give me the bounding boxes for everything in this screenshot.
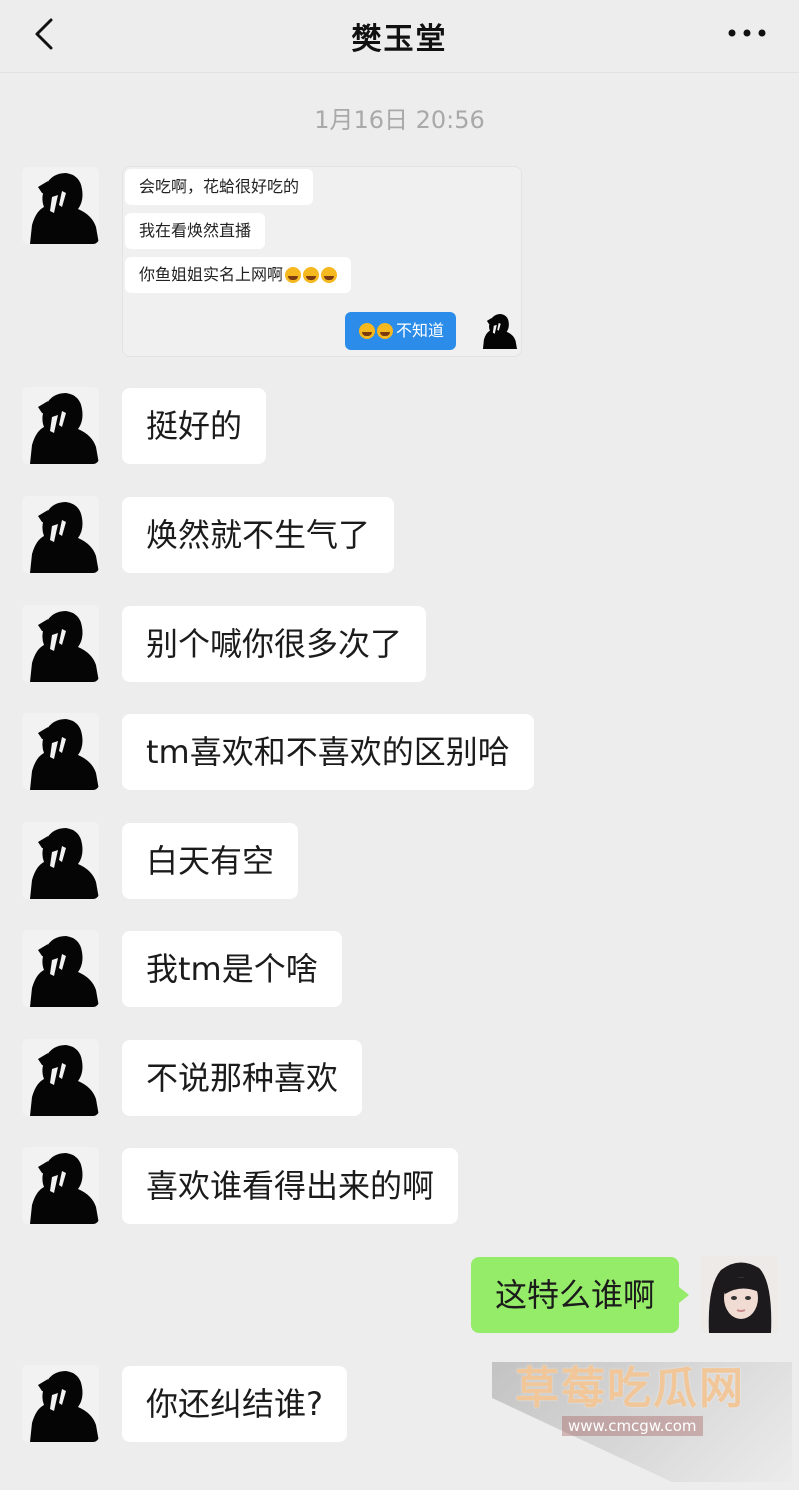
ellipsis-icon <box>728 29 766 37</box>
message-bubble[interactable]: 我tm是个啥 <box>122 931 342 1007</box>
silhouette-avatar-icon <box>22 713 99 790</box>
rolling-laugh-emoji-icon <box>377 323 393 339</box>
message-bubble[interactable]: 不说那种喜欢 <box>122 1040 363 1116</box>
bubble-tail <box>679 1287 689 1303</box>
more-button[interactable] <box>723 18 771 48</box>
rolling-laugh-emoji-icon <box>303 267 320 283</box>
watermark-text: 草莓吃瓜网 <box>515 1363 745 1414</box>
rolling-laugh-emoji-icon <box>285 267 302 283</box>
quoted-reply: 不知道 <box>345 312 457 350</box>
rolling-laugh-emoji-icon <box>321 267 338 283</box>
top-bar: 樊玉堂 <box>0 0 799 73</box>
silhouette-avatar-icon <box>22 605 99 682</box>
message-bubble[interactable]: tm喜欢和不喜欢的区别哈 <box>122 714 534 790</box>
message-timestamp: 1月16日 20:56 <box>314 106 485 134</box>
contact-avatar[interactable] <box>22 930 99 1007</box>
rolling-laugh-emoji-icon <box>359 323 375 339</box>
silhouette-avatar-icon <box>22 822 99 899</box>
contact-avatar[interactable] <box>22 1147 99 1224</box>
quoted-message-3: 你鱼姐姐实名上网啊 <box>125 257 352 293</box>
contact-avatar[interactable] <box>22 167 99 244</box>
message-bubble[interactable]: 焕然就不生气了 <box>122 497 395 573</box>
silhouette-avatar-icon <box>22 930 99 1007</box>
quoted-message-1: 会吃啊，花蛤很好吃的 <box>125 169 314 205</box>
user-photo-avatar-icon <box>701 1256 778 1333</box>
message-bubble[interactable]: 白天有空 <box>122 823 299 899</box>
contact-avatar[interactable] <box>22 713 99 790</box>
watermark-url: www.cmcgw.com <box>562 1416 703 1436</box>
quoted-avatar-icon <box>479 311 517 349</box>
silhouette-avatar-icon <box>22 1147 99 1224</box>
silhouette-avatar-icon <box>22 496 99 573</box>
silhouette-avatar-icon <box>22 1365 99 1442</box>
contact-avatar[interactable] <box>22 822 99 899</box>
my-avatar[interactable] <box>701 1256 778 1333</box>
silhouette-avatar-icon <box>22 1039 99 1116</box>
contact-avatar[interactable] <box>22 496 99 573</box>
silhouette-avatar-icon <box>22 387 99 464</box>
quoted-message-2: 我在看焕然直播 <box>125 213 266 249</box>
message-bubble[interactable]: 喜欢谁看得出来的啊 <box>122 1148 459 1224</box>
silhouette-avatar-icon <box>22 167 99 244</box>
my-message-bubble[interactable]: 这特么谁啊 <box>471 1257 680 1333</box>
message-bubble[interactable]: 挺好的 <box>122 388 267 464</box>
contact-avatar[interactable] <box>22 1039 99 1116</box>
contact-avatar[interactable] <box>22 387 99 464</box>
message-bubble[interactable]: 别个喊你很多次了 <box>122 606 427 682</box>
screenshot-image-message[interactable]: 会吃啊，花蛤很好吃的 我在看焕然直播 你鱼姐姐实名上网啊 不知道 <box>122 166 522 357</box>
message-bubble[interactable]: 你还纠结谁? <box>122 1366 347 1442</box>
contact-avatar[interactable] <box>22 1365 99 1442</box>
chat-title: 樊玉堂 <box>351 22 448 57</box>
contact-avatar[interactable] <box>22 605 99 682</box>
